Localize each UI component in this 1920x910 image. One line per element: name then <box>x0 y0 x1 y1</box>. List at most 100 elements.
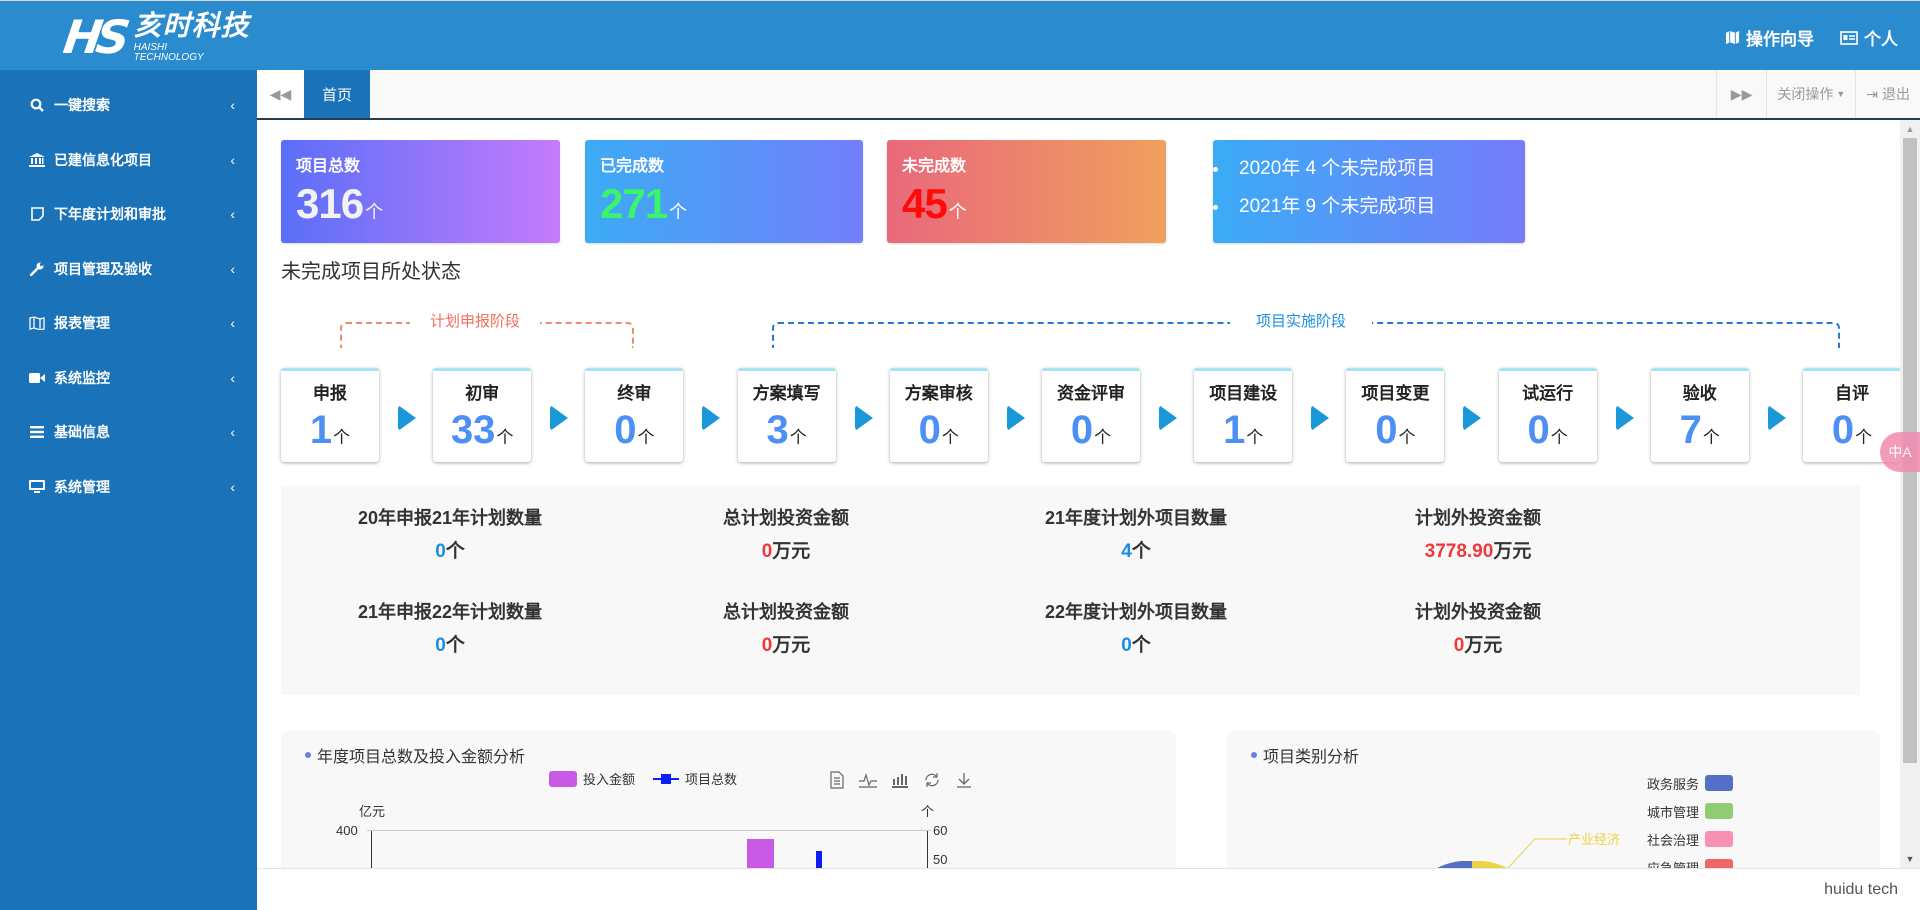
category-chart-panel: 项目类别分析 政务服务 城市管理 社会治理 应急管理 产业经济 <box>1227 731 1880 868</box>
sidebar-item-label: 下年度计划和审批 <box>54 206 166 223</box>
sidebar-item-search[interactable]: 一键搜索 ‹ <box>0 78 257 133</box>
stage-card[interactable]: 资金评审 0个 <box>1042 368 1140 462</box>
footer-text: huidu tech <box>1824 881 1898 898</box>
restore-icon[interactable] <box>923 771 941 789</box>
legend-item[interactable]: 城市管理 <box>1647 797 1734 825</box>
stage-card[interactable]: 方案填写 3个 <box>737 368 836 462</box>
legend-swatch <box>1705 803 1734 819</box>
sidebar-item-reports[interactable]: 报表管理 ‹ <box>0 296 257 351</box>
card-total-projects: 项目总数 316 个 <box>281 140 560 243</box>
stage-name: 试运行 <box>1522 384 1574 403</box>
stage-value: 0 <box>1527 408 1550 452</box>
brand-name: 亥时科技 <box>133 9 250 41</box>
chevron-left-icon: ‹ <box>230 206 235 223</box>
stage-arrow-icon <box>398 405 416 431</box>
stage-unit: 个 <box>1094 428 1112 447</box>
stat-label: 21年度计划外项目数量 <box>1044 508 1228 528</box>
stat-value: 0 <box>1121 635 1132 656</box>
stage-card[interactable]: 验收 7个 <box>1650 368 1749 462</box>
stage-name: 终审 <box>617 384 652 403</box>
sidebar-item-label: 报表管理 <box>54 315 110 332</box>
stage-arrow-icon <box>1463 405 1482 431</box>
gridline <box>367 830 931 831</box>
stage-value: 1 <box>309 408 333 452</box>
stage-card[interactable]: 申报 1个 <box>281 368 379 462</box>
stat-value: 0 <box>761 635 773 656</box>
chevron-left-icon: ‹ <box>230 97 235 114</box>
profile-button[interactable]: 个人 <box>1840 25 1898 50</box>
stat-unit: 万元 <box>772 541 811 562</box>
stage-card[interactable]: 试运行 0个 <box>1498 368 1597 462</box>
stat-unit: 个 <box>445 541 465 562</box>
close-operations-dropdown[interactable]: 关闭操作 ▼ <box>1766 70 1855 118</box>
scroll-up-arrow-icon[interactable]: ▲ <box>1900 120 1920 138</box>
chevron-left-icon: ‹ <box>230 478 235 495</box>
brand-en-line2: TECHNOLOGY <box>133 51 204 63</box>
stat-value: 3778.90 <box>1424 541 1494 562</box>
wrench-icon <box>28 262 46 276</box>
stage-card[interactable]: 终审 0个 <box>585 368 684 462</box>
tab-scroll-right-button[interactable]: ▶▶ <box>1715 70 1767 118</box>
stage-card[interactable]: 初审 33个 <box>433 368 532 462</box>
sidebar-item-monitoring[interactable]: 系统监控 ‹ <box>0 351 257 406</box>
bar-chart-icon[interactable] <box>891 771 909 789</box>
stage-name: 申报 <box>313 384 347 403</box>
logo: HS 亥时科技 HAISHI TECHNOLOGY <box>60 9 250 64</box>
legend-item[interactable]: 政务服务 <box>1647 769 1734 797</box>
legend-item[interactable]: 社会治理 <box>1647 825 1734 853</box>
legend-item-investment[interactable]: 投入金额 <box>549 769 635 788</box>
stage-arrow-icon <box>854 405 873 431</box>
sidebar-item-system-management[interactable]: 系统管理 ‹ <box>0 460 257 515</box>
download-icon[interactable] <box>955 771 973 789</box>
brand-en-line1: HAISHI <box>133 41 167 53</box>
sidebar-item-label: 已建信息化项目 <box>54 151 152 168</box>
legend-swatch <box>1705 775 1734 791</box>
video-camera-icon <box>28 372 46 384</box>
stat-item: 20年申报21年计划数量 0个 <box>300 504 600 563</box>
id-card-icon <box>1840 30 1858 45</box>
line-point-project-count[interactable] <box>816 851 822 868</box>
stage-unit: 个 <box>1550 428 1568 447</box>
tab-scroll-left-button[interactable]: ◀◀ <box>257 70 304 118</box>
legend-item-project-count[interactable]: 项目总数 <box>653 769 737 788</box>
tab-home[interactable]: 首页 <box>304 70 370 118</box>
stage-value: 7 <box>1679 408 1702 452</box>
bar-investment[interactable] <box>747 839 774 868</box>
line-chart-icon[interactable] <box>859 771 877 789</box>
stat-unit: 万元 <box>772 635 811 656</box>
sidebar-item-project-management[interactable]: 项目管理及验收 ‹ <box>0 242 257 297</box>
scroll-down-arrow-icon[interactable]: ▼ <box>1900 850 1920 868</box>
stat-unit: 万元 <box>1464 635 1503 656</box>
stat-label: 总计划投资金额 <box>723 508 849 528</box>
chevron-left-icon: ‹ <box>230 369 235 386</box>
sidebar-item-basic-info[interactable]: 基础信息 ‹ <box>0 405 257 460</box>
legend-label: 项目总数 <box>685 772 738 787</box>
logout-button[interactable]: ⇥ 退出 <box>1855 70 1920 118</box>
vertical-scrollbar[interactable]: ▲ ▼ <box>1900 120 1920 868</box>
data-view-icon[interactable] <box>829 771 845 789</box>
legend-swatch <box>549 770 577 787</box>
card-value: 45 <box>902 180 948 227</box>
main-content: 项目总数 316 个 已完成数 271 个 未完成数 45 个 2020年 4 个未完… <box>257 120 1900 868</box>
panel-title: 项目类别分析 <box>1251 743 1359 767</box>
stat-item: 22年度计划外项目数量 0个 <box>986 598 1286 657</box>
guide-button[interactable]: 操作向导 <box>1725 25 1814 50</box>
legend-item[interactable]: 应急管理 <box>1647 853 1734 869</box>
translate-icon: 中A <box>1888 444 1912 460</box>
stat-item: 总计划投资金额 0万元 <box>636 598 936 657</box>
stage-arrow-icon <box>702 405 721 431</box>
impl-phase-label: 项目实施阶段 <box>1230 310 1373 331</box>
stage-card[interactable]: 项目建设 1个 <box>1194 368 1293 462</box>
legend-label: 应急管理 <box>1647 860 1700 869</box>
stage-arrow-icon <box>1615 405 1634 431</box>
stat-label: 计划外投资金额 <box>1415 602 1541 622</box>
chevron-left-icon: ‹ <box>230 260 235 277</box>
stage-card[interactable]: 方案审核 0个 <box>889 368 988 462</box>
legend-label: 社会治理 <box>1647 832 1700 848</box>
sidebar-item-annual-plan[interactable]: 下年度计划和审批 ‹ <box>0 187 257 242</box>
sidebar-item-label: 项目管理及验收 <box>54 260 152 277</box>
stage-card[interactable]: 项目变更 0个 <box>1346 368 1445 462</box>
translate-float-button[interactable]: 中A <box>1880 432 1920 472</box>
sidebar-item-built-projects[interactable]: 已建信息化项目 ‹ <box>0 133 257 188</box>
stat-item: 计划外投资金额 3778.90万元 <box>1328 504 1628 563</box>
